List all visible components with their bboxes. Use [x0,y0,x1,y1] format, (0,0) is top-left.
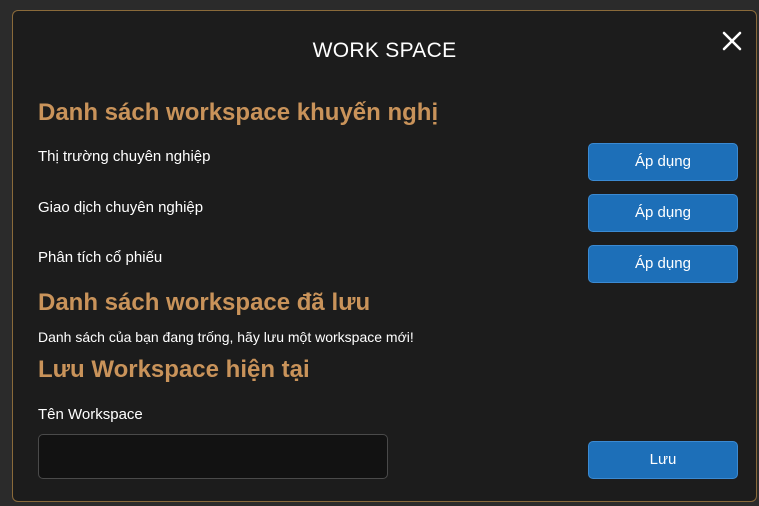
saved-empty-message: Danh sách của bạn đang trống, hãy lưu mộ… [38,329,414,345]
recommended-item-label: Giao dịch chuyên nghiệp [38,199,204,216]
recommended-item-label: Thị trường chuyên nghiệp [38,148,211,165]
modal-title: WORK SPACE [312,39,457,62]
apply-button-professional-trading[interactable]: Áp dụng [588,194,738,232]
workspace-modal: WORK SPACE Danh sách workspace khuyến ng… [12,10,757,502]
save-current-heading: Lưu Workspace hiện tại [38,356,310,383]
close-icon [722,31,742,51]
save-button[interactable]: Lưu [588,441,738,479]
workspace-name-input[interactable] [38,434,388,479]
apply-button-professional-market[interactable]: Áp dụng [588,143,738,181]
saved-heading: Danh sách workspace đã lưu [38,289,371,316]
recommended-item-label: Phân tích cổ phiếu [38,249,163,266]
workspace-name-label: Tên Workspace [38,406,143,423]
close-button[interactable] [720,29,744,53]
recommended-heading: Danh sách workspace khuyến nghị [38,99,439,126]
apply-button-stock-analysis[interactable]: Áp dụng [588,245,738,283]
